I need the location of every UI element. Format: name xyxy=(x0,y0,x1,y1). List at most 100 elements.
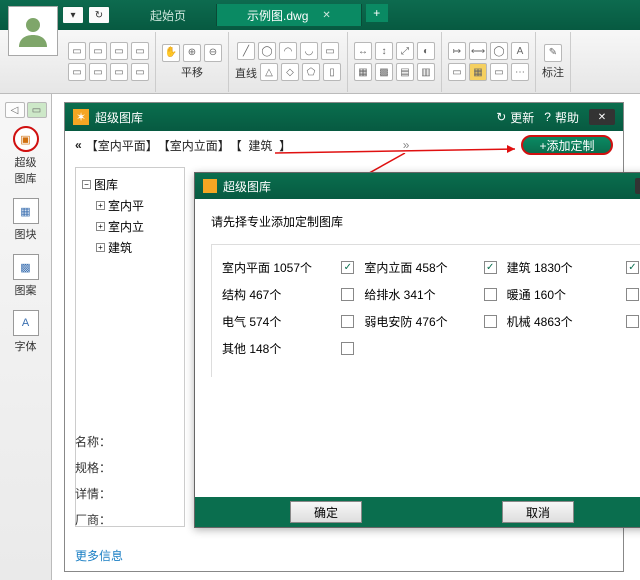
ricon[interactable]: ⬠ xyxy=(302,63,320,81)
block-icon: ▦ xyxy=(20,205,30,218)
sidebar-font[interactable]: A字体 xyxy=(5,306,47,358)
ricon[interactable]: ▭ xyxy=(89,42,107,60)
checkbox[interactable] xyxy=(341,315,354,328)
fwd-icon[interactable]: ▭ xyxy=(27,102,47,118)
ricon[interactable]: ▭ xyxy=(448,63,466,81)
ricon[interactable]: ↦ xyxy=(448,42,466,60)
close-icon[interactable]: ✕ xyxy=(322,10,330,21)
tab-add[interactable]: + xyxy=(366,4,388,22)
ok-button[interactable]: 确定 xyxy=(290,501,362,523)
panel1-close[interactable]: ✕ xyxy=(589,109,615,125)
tree-root[interactable]: −图库 xyxy=(82,174,178,195)
checkbox[interactable] xyxy=(626,288,639,301)
panel1-header: ✶ 超级图库 ↻更新 ?帮助 ✕ xyxy=(65,103,623,131)
ricon[interactable]: ◡ xyxy=(300,42,318,60)
pattern-icon: ▩ xyxy=(20,261,30,274)
ricon[interactable]: ◯ xyxy=(490,42,508,60)
back-icon[interactable]: ◁ xyxy=(5,102,25,118)
ricon[interactable]: ↕ xyxy=(375,42,393,60)
ricon[interactable]: ✎ xyxy=(544,44,562,62)
line-icon[interactable]: ╱ xyxy=(237,42,255,60)
home-icon[interactable]: « xyxy=(75,138,82,152)
checkbox[interactable] xyxy=(484,288,497,301)
add-custom-button[interactable]: +添加定制 xyxy=(521,135,613,155)
sidebar-pattern[interactable]: ▩图案 xyxy=(5,250,47,302)
user-icon xyxy=(15,13,51,49)
sidebar-block[interactable]: ▦图块 xyxy=(5,194,47,246)
ricon[interactable]: ▭ xyxy=(68,63,86,81)
ricon[interactable]: ⟷ xyxy=(469,42,487,60)
ricon[interactable]: ▭ xyxy=(110,42,128,60)
ricon[interactable]: ▥ xyxy=(417,63,435,81)
category-checkbox-row[interactable]: 弱电安防 476个 xyxy=(364,313,500,330)
more-info-link[interactable]: 更多信息 xyxy=(75,547,123,564)
help-button[interactable]: ?帮助 xyxy=(544,109,579,126)
tree-node[interactable]: +室内平 xyxy=(82,195,178,216)
category-checkbox-row[interactable]: 室内平面 1057个✓ xyxy=(222,259,358,276)
ricon[interactable]: ◯ xyxy=(258,42,276,60)
ricon[interactable]: A xyxy=(511,42,529,60)
panel-logo-icon xyxy=(203,179,217,193)
ricon[interactable]: ◐ xyxy=(417,42,435,60)
ricon[interactable]: ▦ xyxy=(469,63,487,81)
tab-file[interactable]: 示例图.dwg✕ xyxy=(217,4,362,26)
update-button[interactable]: ↻更新 xyxy=(496,109,534,126)
ricon[interactable]: ▤ xyxy=(396,63,414,81)
ricon[interactable]: ▩ xyxy=(375,63,393,81)
ricon[interactable]: ⤢ xyxy=(396,42,414,60)
ricon[interactable]: ▭ xyxy=(131,63,149,81)
category-checkbox-row[interactable]: 室内立面 458个✓ xyxy=(364,259,500,276)
add-custom-dialog: 超级图库 ✕ 请先择专业添加定制图库 室内平面 1057个✓ 结构 467个电气 … xyxy=(194,172,640,528)
group-label: 标注 xyxy=(542,64,564,80)
checkbox[interactable] xyxy=(341,342,354,355)
checkbox[interactable] xyxy=(341,288,354,301)
ricon[interactable]: ▭ xyxy=(131,42,149,60)
category-checkbox-row[interactable]: 给排水 341个 xyxy=(364,286,500,303)
checkbox[interactable] xyxy=(626,315,639,328)
help-icon: ? xyxy=(544,110,551,124)
category-checkbox-row[interactable]: 建筑 1830个✓ xyxy=(507,259,640,276)
category-checkbox-row[interactable]: 机械 4863个 xyxy=(507,313,640,330)
ricon[interactable]: ▯ xyxy=(323,63,341,81)
category-checkbox-row[interactable]: 其他 148个 xyxy=(222,340,358,357)
ricon[interactable]: △ xyxy=(260,63,278,81)
checkbox[interactable]: ✓ xyxy=(341,261,354,274)
category-checkbox-row[interactable]: 暖通 160个 xyxy=(507,286,640,303)
zoomout-icon[interactable]: ⊖ xyxy=(204,44,222,62)
checkbox[interactable]: ✓ xyxy=(484,261,497,274)
tree-node[interactable]: +室内立 xyxy=(82,216,178,237)
ricon[interactable]: ▭ xyxy=(89,63,107,81)
ricon[interactable]: ◇ xyxy=(281,63,299,81)
dialog-close[interactable]: ✕ xyxy=(635,178,640,194)
zoomin-icon[interactable]: ⊕ xyxy=(183,44,201,62)
crumb[interactable]: 【室内平面】 xyxy=(86,137,158,154)
sidebar-super-library[interactable]: ▣超级 图库 xyxy=(5,122,47,190)
ricon[interactable]: ▭ xyxy=(321,42,339,60)
panel-logo-icon: ✶ xyxy=(73,109,89,125)
ricon[interactable]: ↔ xyxy=(354,42,372,60)
crumb[interactable]: 建筑 xyxy=(248,137,272,154)
checkbox[interactable]: ✓ xyxy=(626,261,639,274)
tree-node[interactable]: +建筑 xyxy=(82,237,178,258)
category-checkbox-row[interactable]: 电气 574个 xyxy=(222,313,358,330)
crumb: 】 xyxy=(279,137,291,154)
hand-icon[interactable]: ✋ xyxy=(162,44,180,62)
ricon[interactable]: ⋯ xyxy=(511,63,529,81)
ricon[interactable]: ▭ xyxy=(110,63,128,81)
avatar[interactable] xyxy=(8,6,58,56)
qat-btn[interactable]: ▾ xyxy=(62,6,84,24)
crumb[interactable]: 【室内立面】 xyxy=(158,137,230,154)
tab-home[interactable]: 起始页 xyxy=(120,4,217,26)
ricon[interactable]: ▭ xyxy=(68,42,86,60)
dialog-prompt: 请先择专业添加定制图库 xyxy=(211,213,640,230)
ricon[interactable]: ▦ xyxy=(354,63,372,81)
cancel-button[interactable]: 取消 xyxy=(502,501,574,523)
dialog-header: 超级图库 ✕ xyxy=(195,173,640,199)
chevron-right-icon[interactable]: » xyxy=(403,138,410,152)
ricon[interactable]: ▭ xyxy=(490,63,508,81)
category-checkbox-row[interactable]: 结构 467个 xyxy=(222,286,358,303)
qat-btn[interactable]: ↻ xyxy=(88,6,110,24)
ricon[interactable]: ◠ xyxy=(279,42,297,60)
checkbox[interactable] xyxy=(484,315,497,328)
detail-info: 详情： xyxy=(75,481,185,507)
